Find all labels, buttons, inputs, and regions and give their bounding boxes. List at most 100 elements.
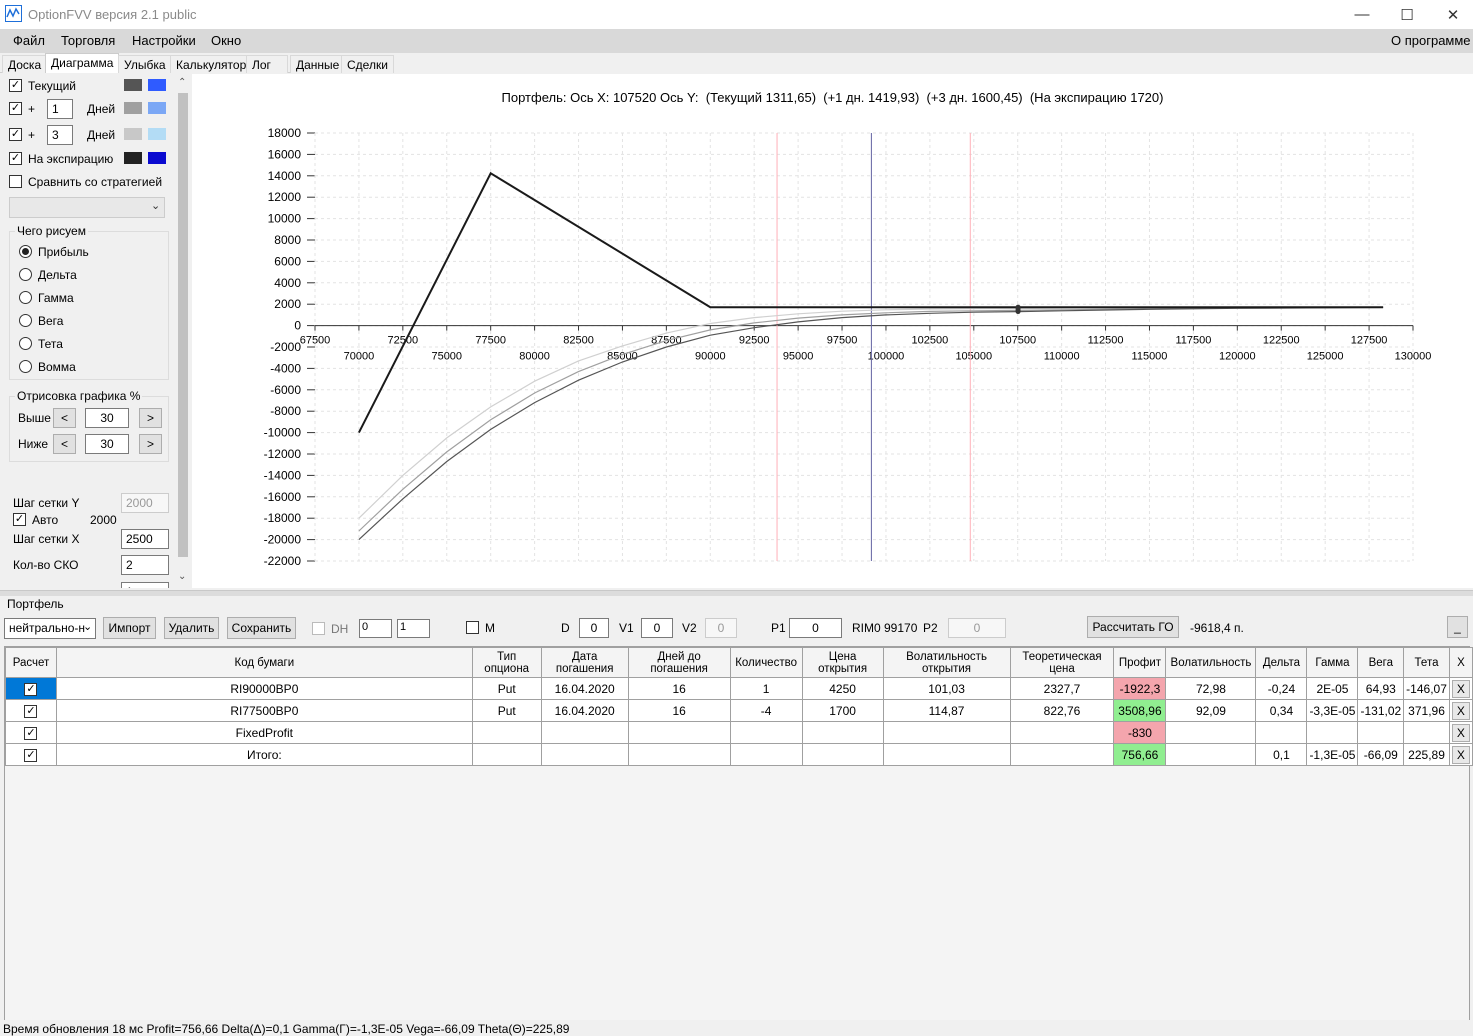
tab-smile[interactable]: Улыбка [118,55,172,73]
header-gamma[interactable]: Гамма [1306,647,1359,678]
delete-button[interactable]: Удалить [164,617,219,639]
menu-window[interactable]: Окно [211,33,241,48]
menu-trading[interactable]: Торговля [61,33,115,48]
header-option-type[interactable]: Тип опциона [471,647,542,678]
current-color-2[interactable] [148,79,166,91]
strategy-compare-dropdown[interactable] [9,197,165,218]
current-checkbox[interactable]: ✓ [9,79,22,92]
v1-input[interactable]: 0 [641,618,673,638]
plus3-color-2[interactable] [148,128,166,140]
cell-calc[interactable]: ✓ [5,677,57,700]
header-quantity[interactable]: Количество [729,647,803,678]
header-calc[interactable]: Расчет [5,647,57,678]
collapse-button[interactable]: _ [1447,616,1468,638]
tab-data[interactable]: Данные [290,55,346,73]
header-days-to-expiry[interactable]: Дней до погашения [627,647,731,678]
cell-remove[interactable]: X [1448,699,1473,722]
header-code[interactable]: Код бумаги [55,647,473,678]
below-decrease-button[interactable]: < [53,434,76,454]
header-expiry-date[interactable]: Дата погашения [540,647,629,678]
cell-remove[interactable]: X [1448,721,1473,744]
d-input[interactable]: 0 [579,618,609,638]
import-button[interactable]: Импорт [103,617,156,639]
scrollbar-thumb[interactable] [178,93,188,557]
header-remove[interactable]: X [1448,647,1473,678]
row-calc-checkbox[interactable]: ✓ [24,748,38,762]
p2-input[interactable]: 0 [948,618,1006,638]
table-row[interactable]: ✓ FixedProfit -830 X [5,721,1473,744]
clipped-input[interactable]: 1 [121,582,169,588]
cell-remove[interactable]: X [1448,677,1473,700]
table-row[interactable]: ✓ Итого: 756,66 0,1 -1,3E-05 -66,09 225,89 X [5,743,1473,766]
p1-input[interactable]: 0 [789,618,842,638]
radio-gamma[interactable] [19,291,32,304]
dh-stepper-1[interactable]: 0 [359,619,392,638]
header-open-price[interactable]: Цена открытия [801,647,884,678]
plus1-days-input[interactable]: 1 [47,99,73,119]
header-volatility[interactable]: Волатильность [1165,647,1257,678]
radio-theta[interactable] [19,337,32,350]
compare-checkbox[interactable] [9,175,22,188]
scroll-down-icon[interactable]: ⌄ [178,571,186,582]
scroll-up-icon[interactable]: ⌃ [178,77,186,88]
plus1-checkbox[interactable]: ✓ [9,102,22,115]
menu-settings[interactable]: Настройки [132,33,196,48]
radio-vega[interactable] [19,314,32,327]
expiry-checkbox[interactable]: ✓ [9,152,22,165]
header-profit[interactable]: Профит [1113,647,1167,678]
save-button[interactable]: Сохранить [227,617,296,639]
row-remove-button[interactable]: X [1451,723,1470,742]
menu-file[interactable]: Файл [13,33,45,48]
sko-input[interactable]: 2 [121,555,169,575]
below-percent-input[interactable]: 30 [85,434,129,454]
plus1-color-1[interactable] [124,102,142,114]
tab-log[interactable]: Лог [246,55,288,73]
plus3-days-input[interactable]: 3 [47,125,73,145]
header-open-volatility[interactable]: Волатильность открытия [882,647,1011,678]
grid-step-x-input[interactable]: 2500 [121,529,169,549]
row-remove-button[interactable]: X [1451,679,1470,698]
menu-about[interactable]: О программе [1391,33,1471,48]
expiry-color-1[interactable] [124,152,142,164]
calc-go-button[interactable]: Рассчитать ГО [1087,616,1179,638]
row-calc-checkbox[interactable]: ✓ [24,726,38,740]
above-increase-button[interactable]: > [139,408,162,428]
splitter[interactable] [0,590,1473,596]
tab-board[interactable]: Доска [2,55,48,73]
radio-vomma[interactable] [19,360,32,373]
header-theoretical-price[interactable]: Теоретическая цена [1009,647,1115,678]
cell-remove[interactable]: X [1448,743,1473,766]
table-row[interactable]: ✓ RI77500BP0 Put 16.04.2020 16 -4 1700 114,87 82… [5,699,1473,722]
expiry-color-2[interactable] [148,152,166,164]
minimize-button[interactable]: — [1339,0,1385,29]
row-remove-button[interactable]: X [1451,701,1470,720]
header-theta[interactable]: Тета [1403,647,1450,678]
tab-diagram[interactable]: Диаграмма [45,53,120,73]
close-button[interactable]: ✕ [1430,0,1473,29]
above-percent-input[interactable]: 30 [85,408,129,428]
v2-input[interactable]: 0 [705,618,737,638]
plus3-color-1[interactable] [124,128,142,140]
auto-checkbox[interactable]: ✓ [13,513,26,526]
header-vega[interactable]: Вега [1357,647,1405,678]
row-calc-checkbox[interactable]: ✓ [24,682,38,696]
radio-delta[interactable] [19,268,32,281]
below-increase-button[interactable]: > [139,434,162,454]
row-remove-button[interactable]: X [1451,745,1470,764]
maximize-button[interactable]: ☐ [1384,0,1430,29]
grid-step-y-input[interactable]: 2000 [121,493,169,513]
cell-calc[interactable]: ✓ [5,721,57,744]
tab-calculator[interactable]: Калькулятор [170,55,253,73]
current-color-1[interactable] [124,79,142,91]
payoff-chart[interactable]: 18000 16000 14000 12000 10000 8000 6000 4000 200… [192,74,1473,588]
dh-checkbox[interactable] [312,622,325,635]
plus3-checkbox[interactable]: ✓ [9,128,22,141]
radio-profit[interactable] [19,245,32,258]
above-decrease-button[interactable]: < [53,408,76,428]
cell-calc[interactable]: ✓ [5,743,57,766]
plus1-color-2[interactable] [148,102,166,114]
dh-stepper-2[interactable]: 1 [397,619,430,638]
m-checkbox[interactable] [466,621,479,634]
tab-deals[interactable]: Сделки [341,55,394,73]
row-calc-checkbox[interactable]: ✓ [24,704,38,718]
